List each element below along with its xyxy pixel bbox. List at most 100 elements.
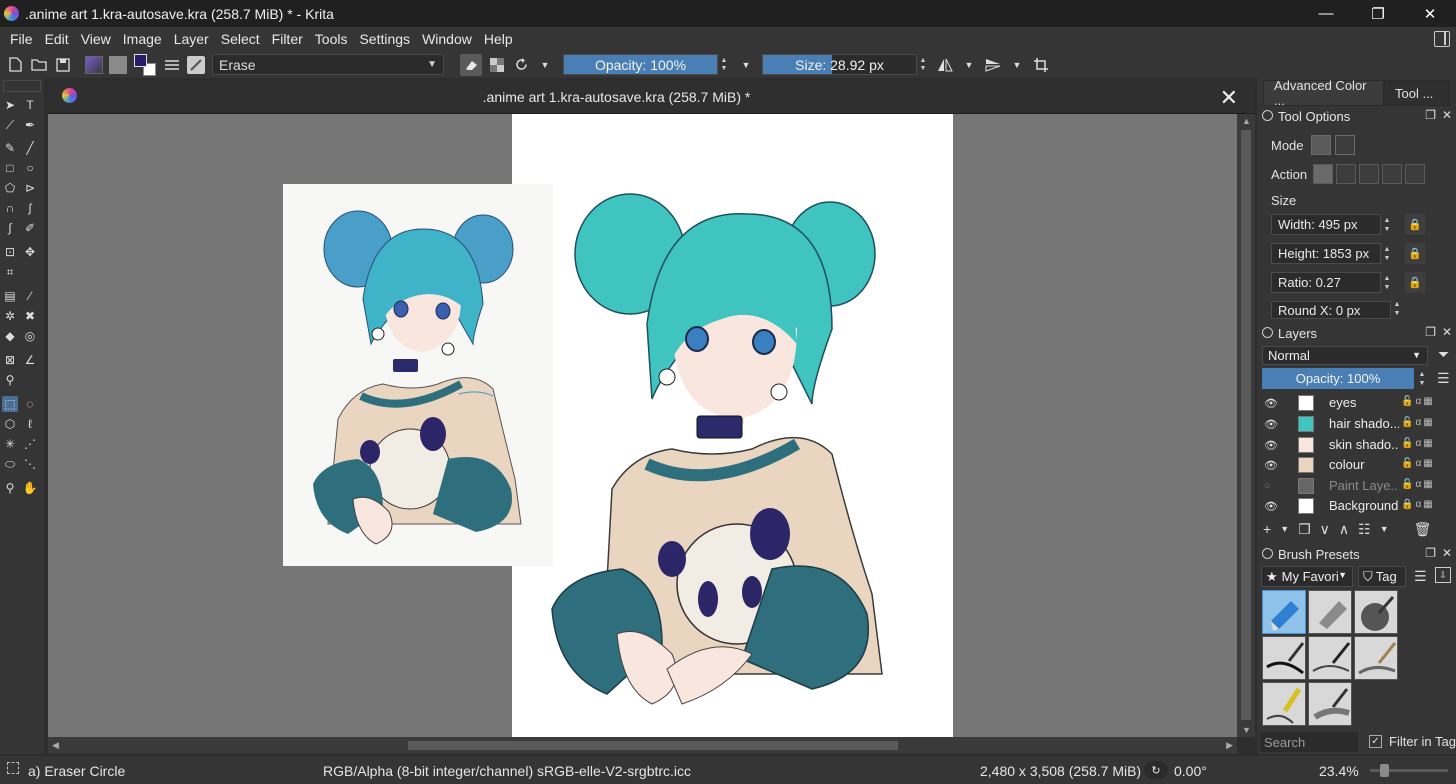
- multibrush-tool-icon[interactable]: ✐: [22, 220, 38, 236]
- action-replace-icon[interactable]: [1313, 164, 1333, 184]
- polygon-tool-icon[interactable]: ⬠: [2, 180, 18, 196]
- checkbox-checked-icon[interactable]: ✓: [1369, 735, 1382, 748]
- layer-row[interactable]: 👁 eyes 🔓α▦: [1257, 393, 1443, 413]
- visibility-eye-icon[interactable]: 👁: [1264, 418, 1278, 431]
- panel-lock-icon[interactable]: [1262, 327, 1273, 338]
- vertical-scrollbar[interactable]: ▲ ▼: [1237, 114, 1255, 737]
- mode-pixel-icon[interactable]: [1311, 135, 1331, 155]
- brush-preset-soft-eraser[interactable]: [1308, 590, 1352, 634]
- menu-filter[interactable]: Filter: [266, 31, 309, 47]
- scroll-down-icon[interactable]: ▼: [1242, 725, 1251, 735]
- brush-preset-blender[interactable]: [1308, 682, 1352, 726]
- layer-opacity-spin-arrows[interactable]: ▲ ▼: [1416, 368, 1428, 389]
- reference-image[interactable]: [283, 184, 553, 566]
- ellipse-tool-icon[interactable]: ○: [22, 160, 38, 176]
- pattern-swatch[interactable]: [109, 55, 127, 74]
- colorize-mask-tool-icon[interactable]: ✲: [2, 308, 18, 324]
- size-spin-arrows[interactable]: ▲ ▼: [917, 54, 929, 75]
- layer-row[interactable]: 👁 Background 🔒α▦: [1257, 496, 1443, 516]
- visibility-eye-icon[interactable]: 👁: [1264, 500, 1278, 513]
- rectangular-selection-tool-icon[interactable]: ⬚: [2, 396, 18, 412]
- mode-vector-icon[interactable]: [1335, 135, 1355, 155]
- transform-tool-icon[interactable]: ⊡: [2, 244, 18, 260]
- tag-button[interactable]: ⛉ Tag: [1358, 566, 1406, 587]
- layer-properties-icon[interactable]: ☷: [1358, 521, 1371, 538]
- close-panel-icon[interactable]: ✕: [1442, 325, 1452, 339]
- document-tab[interactable]: .anime art 1.kra-autosave.kra (258.7 MiB…: [48, 81, 1255, 114]
- menu-layer[interactable]: Layer: [168, 31, 215, 47]
- restore-button[interactable]: ❐: [1352, 0, 1404, 27]
- menu-image[interactable]: Image: [117, 31, 168, 47]
- action-add-icon[interactable]: [1359, 164, 1379, 184]
- open-folder-icon[interactable]: [30, 56, 48, 74]
- float-panel-icon[interactable]: ❐: [1425, 546, 1436, 560]
- ratio-spin-arrows[interactable]: ▲ ▼: [1381, 272, 1393, 293]
- reload-preset-icon[interactable]: [512, 56, 530, 74]
- new-document-icon[interactable]: [6, 56, 24, 74]
- rotation-icon[interactable]: ↻: [1144, 761, 1168, 779]
- layer-row[interactable]: 👁 colour 🔓α▦: [1257, 455, 1443, 475]
- visibility-eye-icon[interactable]: 👁: [1264, 459, 1278, 472]
- round-x-spin-arrows[interactable]: ▲ ▼: [1391, 300, 1403, 318]
- wrap-around-icon[interactable]: [1032, 56, 1050, 74]
- eraser-preset-icon[interactable]: [187, 55, 205, 74]
- panel-lock-icon[interactable]: [1262, 548, 1273, 559]
- panel-lock-icon[interactable]: [1262, 110, 1273, 121]
- chevron-down-icon[interactable]: ▼: [1380, 524, 1389, 534]
- visibility-eye-icon[interactable]: 👁: [1264, 397, 1278, 410]
- mirror-horizontal-icon[interactable]: [936, 56, 954, 74]
- height-spin-arrows[interactable]: ▲ ▼: [1381, 243, 1393, 264]
- scroll-up-icon[interactable]: ▲: [1242, 116, 1251, 126]
- action-subtract-icon[interactable]: [1382, 164, 1402, 184]
- move-layer-down-icon[interactable]: ∨: [1320, 521, 1330, 538]
- brush-preset-eraser[interactable]: [1262, 590, 1306, 634]
- close-panel-icon[interactable]: ✕: [1442, 546, 1452, 560]
- brush-preset-soft-pencil[interactable]: [1354, 636, 1398, 680]
- brush-preset-select[interactable]: Erase ▼: [212, 54, 444, 75]
- chevron-down-icon[interactable]: ▼: [1280, 524, 1289, 534]
- text-tool-icon[interactable]: T: [22, 97, 38, 113]
- freehand-selection-tool-icon[interactable]: ℓ: [22, 416, 38, 432]
- layer-row[interactable]: ○ Paint Laye... 🔓α▦: [1257, 476, 1443, 496]
- smart-patch-tool-icon[interactable]: ✖: [22, 308, 38, 324]
- round-x-field[interactable]: Round X: 0 px: [1271, 301, 1391, 319]
- action-intersect-icon[interactable]: [1336, 164, 1356, 184]
- crop-tool-icon[interactable]: ⌗: [2, 264, 18, 280]
- close-window-button[interactable]: ✕: [1404, 0, 1456, 27]
- assistant-tool-icon[interactable]: ⊠: [2, 352, 18, 368]
- save-icon[interactable]: [54, 56, 72, 74]
- layer-row[interactable]: 👁 skin shado... 🔓α▦: [1257, 435, 1443, 455]
- eraser-mode-toggle[interactable]: [460, 53, 482, 76]
- width-spin-arrows[interactable]: ▲ ▼: [1381, 214, 1393, 235]
- select-shapes-tool-icon[interactable]: ➤: [2, 97, 18, 113]
- selection-status-icon[interactable]: [7, 762, 19, 774]
- zoom-tool-icon[interactable]: ⚲: [2, 480, 18, 496]
- brush-preset-marker[interactable]: [1262, 682, 1306, 726]
- menu-file[interactable]: File: [4, 31, 39, 47]
- layer-properties-icons[interactable]: 🔓α▦: [1401, 396, 1435, 407]
- menu-view[interactable]: View: [75, 31, 117, 47]
- freehand-brush-tool-icon[interactable]: ✎: [2, 140, 18, 156]
- layer-properties-icons[interactable]: 🔓α▦: [1401, 458, 1435, 469]
- color-picker-tool-icon[interactable]: ⁄: [22, 288, 38, 304]
- move-tool-icon[interactable]: ✥: [22, 244, 38, 260]
- opacity-slider[interactable]: Opacity: 100%: [563, 54, 718, 75]
- enclose-fill-tool-icon[interactable]: ◎: [22, 328, 38, 344]
- close-panel-icon[interactable]: ✕: [1442, 108, 1452, 122]
- menu-window[interactable]: Window: [416, 31, 478, 47]
- menu-select[interactable]: Select: [215, 31, 266, 47]
- menu-help[interactable]: Help: [478, 31, 519, 47]
- dynamic-brush-tool-icon[interactable]: ∫: [2, 220, 18, 236]
- canvas-page[interactable]: [512, 114, 953, 737]
- elliptical-selection-tool-icon[interactable]: ◌: [22, 396, 38, 412]
- menu-settings[interactable]: Settings: [353, 31, 416, 47]
- float-panel-icon[interactable]: ❐: [1425, 108, 1436, 122]
- zoom-slider-knob[interactable]: [1380, 764, 1389, 777]
- tab-tool-options[interactable]: Tool ...: [1384, 80, 1450, 106]
- width-field[interactable]: Width: 495 px: [1271, 214, 1381, 235]
- scroll-right-icon[interactable]: ▶: [1226, 740, 1233, 751]
- edit-shapes-tool-icon[interactable]: ⟋: [2, 117, 18, 133]
- chevron-down-icon[interactable]: ▼: [737, 56, 755, 74]
- mirror-vertical-icon[interactable]: [984, 56, 1002, 74]
- line-tool-icon[interactable]: ╱: [22, 140, 38, 156]
